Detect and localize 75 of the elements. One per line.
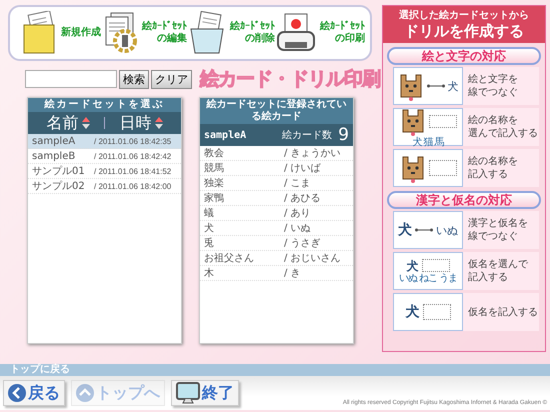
card-word: 家鴨 — [204, 192, 225, 205]
nav-button[interactable]: 戻る — [3, 380, 65, 406]
answer-text: 犬 — [448, 78, 458, 94]
answer-choices: いぬ ねこ うま — [398, 272, 458, 284]
answer-box — [422, 259, 450, 272]
card-reading: / いぬ — [284, 222, 311, 235]
set-date: / 2011.01.06 18:42:42 — [94, 152, 172, 160]
card-reading: / けいば — [284, 162, 321, 175]
list-row[interactable]: サンプル01 / 2011.01.06 18:41:52 — [28, 164, 181, 179]
card-reading: / きょうかい — [284, 147, 341, 160]
printer-icon — [275, 12, 317, 54]
drill-option[interactable]: 犬 仮名を記入する — [393, 293, 539, 331]
panel-title: ドリルを作成する — [403, 22, 525, 41]
card-word: 競馬 — [204, 162, 225, 175]
breadcrumb-bar: トップに戻る — [0, 364, 550, 376]
set-date: / 2011.01.06 18:42:35 — [94, 136, 172, 146]
search-field[interactable] — [25, 70, 117, 88]
card-reading: / こま — [284, 177, 311, 190]
card-word: 蟻 — [204, 206, 215, 220]
card-word: 独楽 — [204, 176, 225, 190]
card-word: 犬 — [204, 222, 215, 235]
toolbar-button[interactable]: 絵ｶｰﾄﾞｾｯﾄ の印刷 — [275, 12, 365, 54]
drill-option[interactable]: 犬 猫 馬 絵の名称を 選んで記入する — [393, 108, 539, 146]
set-name: sampleA — [32, 136, 76, 146]
set-name: sampleB — [32, 150, 76, 162]
list-row[interactable]: sampleA / 2011.01.06 18:42:35 — [28, 134, 181, 149]
list-row[interactable]: sampleB / 2011.01.06 18:42:42 — [28, 149, 181, 164]
card-reading: / あひる — [284, 192, 321, 205]
answer-box — [428, 160, 456, 176]
column-header[interactable]: 名前 — [46, 112, 78, 134]
list-title: 絵カードセットに登録されている絵カード — [200, 98, 353, 124]
chevron-up-icon — [76, 384, 94, 402]
answer-text: いぬ — [436, 222, 458, 238]
card-reading: / うさぎ — [284, 237, 321, 250]
chevron-left-icon — [8, 384, 26, 402]
section-heading: 漢字と仮名の対応 — [387, 191, 541, 209]
search-button[interactable]: 検索 — [119, 70, 149, 88]
answer-choices: 犬 猫 馬 — [411, 137, 445, 148]
prompt-kanji: 犬 — [406, 303, 420, 321]
toolbar-button[interactable]: 新規作成 — [20, 11, 101, 55]
card-word: 木 — [204, 266, 215, 280]
list-title: 絵カードセットを選ぶ — [28, 98, 181, 112]
sort-icon — [82, 117, 90, 129]
answer-box — [428, 115, 456, 128]
toolbar-button[interactable]: 絵ｶｰﾄﾞｾｯﾄ の削除 — [187, 11, 275, 55]
card-count: 9 — [338, 125, 349, 145]
card-reading: / き — [284, 267, 301, 280]
section-heading: 絵と文字の対応 — [387, 47, 541, 65]
prompt-kanji: 犬 — [398, 221, 412, 239]
card-word: 教会 — [204, 147, 225, 160]
list-row[interactable]: サンプル02 / 2011.01.06 18:42:00 — [28, 179, 181, 194]
card-word: 兎 — [204, 236, 215, 250]
card-word: お祖父さん — [204, 252, 255, 265]
toolbar-button[interactable]: 絵ｶｰﾄﾞｾｯﾄ の編集 — [101, 11, 187, 55]
set-name: サンプル02 — [32, 180, 86, 193]
set-date: / 2011.01.06 18:41:52 — [94, 166, 172, 176]
card-reading: / あり — [284, 207, 311, 220]
prompt-kanji: 犬 — [406, 258, 418, 272]
connector-line-icon — [426, 82, 444, 90]
app-title: 絵カード・ドリル印刷 — [200, 67, 380, 92]
drill-option[interactable]: 犬 いぬ ねこ うま 仮名を選んで 記入する — [393, 252, 539, 290]
connector-line-icon — [415, 226, 433, 234]
drill-option[interactable]: 絵の名称を 記入する — [393, 149, 539, 187]
set-date: / 2011.01.06 18:42:00 — [94, 182, 172, 190]
answer-box — [422, 304, 450, 320]
count-label: 絵カード数 — [282, 129, 332, 142]
search-button[interactable]: クリア — [151, 70, 192, 88]
sort-icon — [154, 117, 162, 129]
nav-button[interactable]: 終了 — [171, 380, 239, 406]
monitor-icon — [176, 382, 200, 404]
column-header[interactable]: 日時 — [120, 112, 152, 134]
panel-subtitle: 選択した絵カードセットから — [398, 8, 530, 22]
set-name: sampleA — [204, 130, 246, 140]
card-reading: / おじいさん — [284, 252, 341, 265]
set-name: サンプル01 — [32, 164, 86, 178]
